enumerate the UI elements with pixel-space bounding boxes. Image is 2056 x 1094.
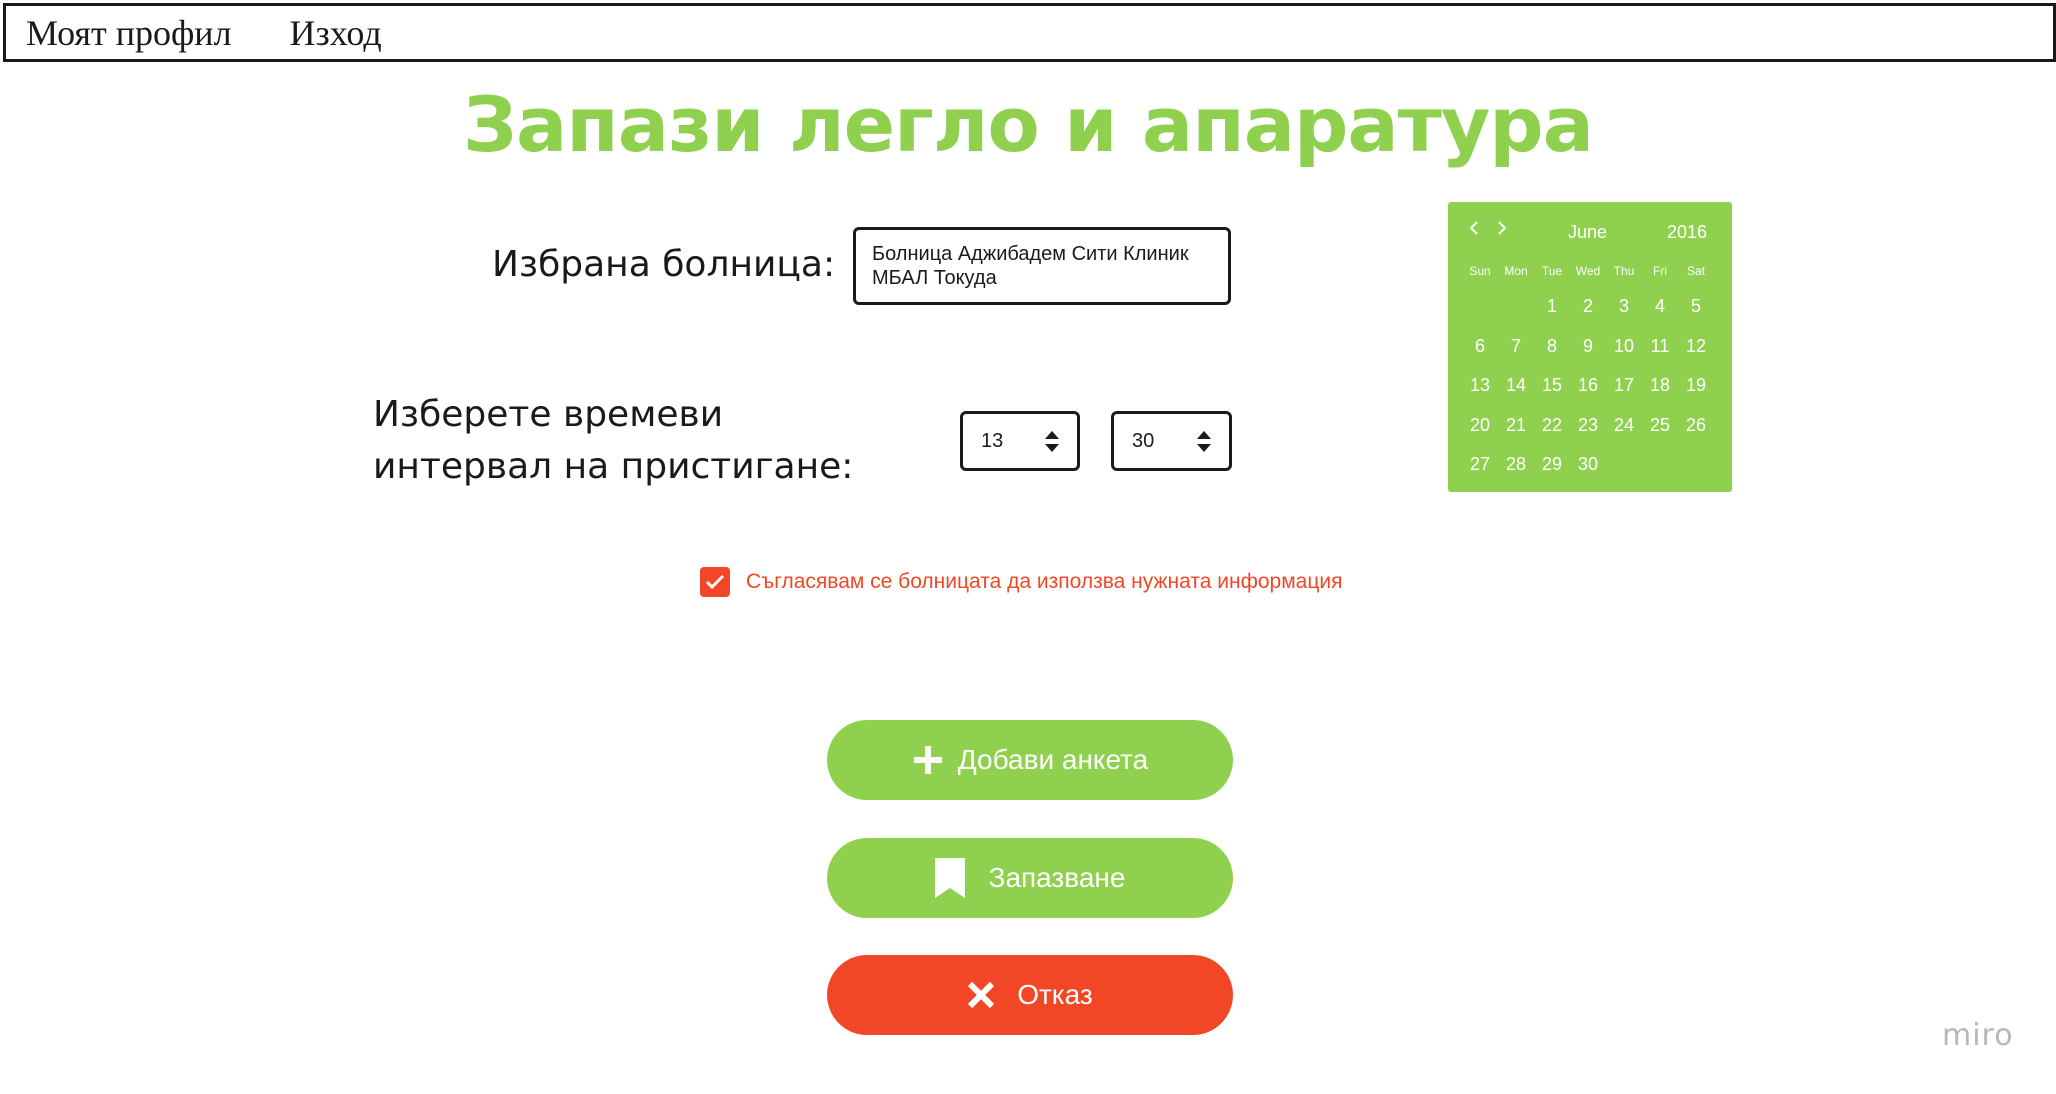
selected-hospital-field[interactable]: Болница Аджибадем Сити Клиник МБАЛ Токуд… (853, 227, 1231, 305)
calendar-day[interactable]: 2 (1570, 286, 1606, 326)
minute-stepper[interactable]: 30 (1111, 411, 1232, 471)
hour-value: 13 (981, 429, 1004, 452)
calendar-empty-cell (1678, 444, 1714, 484)
calendar-day[interactable]: 21 (1498, 405, 1534, 445)
minute-stepper-arrows-icon[interactable] (1197, 430, 1211, 452)
hospital-line-2: МБАЛ Токуда (872, 267, 997, 289)
top-navigation: Моят профил Изход (3, 3, 2056, 62)
miro-watermark: miro (1942, 1018, 2014, 1053)
calendar-day[interactable]: 5 (1678, 286, 1714, 326)
calendar-weekday: Sun (1469, 264, 1491, 278)
calendar-weekday: Fri (1653, 264, 1667, 278)
minute-value: 30 (1132, 429, 1155, 452)
minute-increment-icon[interactable] (1197, 430, 1211, 439)
add-survey-button[interactable]: Добави анкета (827, 720, 1233, 800)
nav-logout-link[interactable]: Изход (290, 12, 382, 54)
calendar-day[interactable]: 25 (1642, 405, 1678, 445)
calendar-day[interactable]: 24 (1606, 405, 1642, 445)
calendar-empty-cell (1642, 444, 1678, 484)
calendar-day[interactable]: 20 (1462, 405, 1498, 445)
calendar-day[interactable]: 19 (1678, 365, 1714, 405)
calendar-day[interactable]: 9 (1570, 326, 1606, 366)
calendar-day[interactable]: 10 (1606, 326, 1642, 366)
minute-decrement-icon[interactable] (1197, 443, 1211, 452)
calendar-day[interactable]: 14 (1498, 365, 1534, 405)
time-label-line-2: интервал на пристигане: (373, 446, 854, 487)
calendar-day[interactable]: 26 (1678, 405, 1714, 445)
calendar-day[interactable]: 23 (1570, 405, 1606, 445)
calendar-day[interactable]: 1 (1534, 286, 1570, 326)
calendar-month[interactable]: June (1568, 222, 1607, 243)
page-title: Запази легло и апаратура (463, 80, 1594, 169)
calendar-day[interactable]: 7 (1498, 326, 1534, 366)
bookmark-icon (934, 858, 965, 898)
calendar-weekday: Sat (1686, 264, 1705, 278)
calendar-day[interactable]: 16 (1570, 365, 1606, 405)
hour-stepper-arrows-icon[interactable] (1045, 430, 1059, 452)
close-icon (967, 981, 995, 1009)
calendar-day[interactable]: 18 (1642, 365, 1678, 405)
calendar-day[interactable]: 17 (1606, 365, 1642, 405)
calendar-day[interactable]: 28 (1498, 444, 1534, 484)
chevron-left-icon[interactable] (1468, 220, 1480, 241)
consent-row: Съгласявам се болницата да използва нужн… (700, 567, 1342, 597)
calendar-empty-cell (1498, 286, 1534, 326)
calendar-weekday: Mon (1504, 264, 1528, 278)
calendar-year[interactable]: 2016 (1667, 222, 1707, 243)
hour-stepper[interactable]: 13 (960, 411, 1080, 471)
calendar-weekday: Thu (1613, 264, 1635, 278)
calendar-weekday: Tue (1541, 264, 1563, 278)
calendar-day[interactable]: 4 (1642, 286, 1678, 326)
chevron-right-icon[interactable] (1496, 220, 1508, 241)
calendar-weekday: Wed (1575, 264, 1601, 278)
calendar-day[interactable]: 11 (1642, 326, 1678, 366)
add-survey-label: Добави анкета (957, 744, 1149, 775)
date-picker-calendar: June 2016 Sun Mon Tue Wed Thu Fri Sat 1 2 3 4 5 6 7 8 9… (1448, 202, 1732, 492)
calendar-day[interactable]: 13 (1462, 365, 1498, 405)
save-label: Запазване (988, 862, 1126, 893)
calendar-empty-cell (1462, 286, 1498, 326)
time-interval-label: Изберете времеви интервал на пристигане: (373, 389, 853, 493)
consent-checkbox[interactable] (700, 567, 730, 597)
hour-increment-icon[interactable] (1045, 430, 1059, 439)
calendar-day[interactable]: 3 (1606, 286, 1642, 326)
checkmark-icon (705, 574, 725, 590)
calendar-empty-cell (1606, 444, 1642, 484)
calendar-day[interactable]: 27 (1462, 444, 1498, 484)
nav-my-profile-link[interactable]: Моят профил (26, 12, 232, 54)
consent-label: Съгласявам се болницата да използва нужн… (746, 570, 1343, 593)
calendar-day[interactable]: 22 (1534, 405, 1570, 445)
hospital-label: Избрана болница: (492, 244, 836, 285)
calendar-day[interactable]: 15 (1534, 365, 1570, 405)
save-button[interactable]: Запазване (827, 838, 1233, 918)
hospital-line-1: Болница Аджибадем Сити Клиник (872, 243, 1189, 265)
calendar-day[interactable]: 29 (1534, 444, 1570, 484)
cancel-button[interactable]: Отказ (827, 955, 1233, 1035)
calendar-day[interactable]: 30 (1570, 444, 1606, 484)
time-label-line-1: Изберете времеви (373, 394, 724, 435)
cancel-label: Отказ (1017, 979, 1093, 1010)
plus-icon (912, 744, 944, 776)
calendar-day[interactable]: 12 (1678, 326, 1714, 366)
calendar-day[interactable]: 8 (1534, 326, 1570, 366)
hour-decrement-icon[interactable] (1045, 443, 1059, 452)
calendar-grid: Sun Mon Tue Wed Thu Fri Sat 1 2 3 4 5 6 7 8 9 10 11 12 13 14… (1462, 260, 1718, 484)
calendar-day[interactable]: 6 (1462, 326, 1498, 366)
